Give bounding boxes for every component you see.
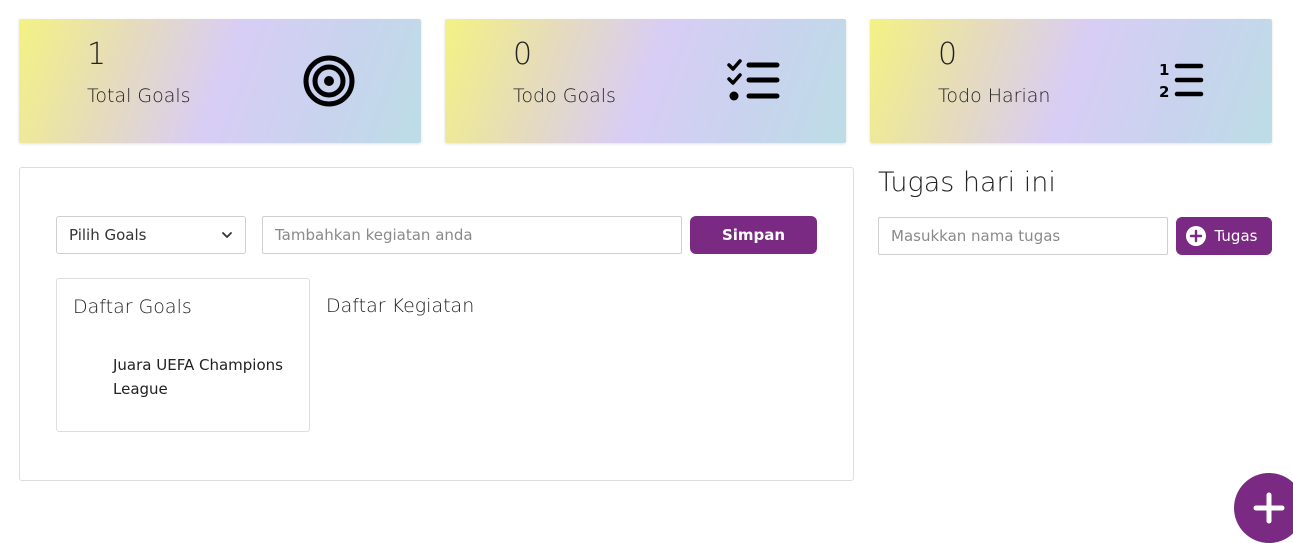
activity-panel: Pilih Goals Simpan Daftar Goals Juara UE… bbox=[19, 167, 854, 481]
activity-input[interactable] bbox=[262, 216, 682, 254]
floating-add-button[interactable] bbox=[1234, 473, 1293, 543]
add-task-label: Tugas bbox=[1214, 227, 1258, 245]
target-icon bbox=[303, 55, 355, 107]
todo-harian-count: 0 bbox=[938, 37, 958, 72]
plus-circle-icon bbox=[1186, 226, 1206, 246]
goal-select-value: Pilih Goals bbox=[69, 226, 147, 244]
goals-list-box: Daftar Goals Juara UEFA Champions League bbox=[56, 278, 310, 432]
activities-title: Daftar Kegiatan bbox=[326, 295, 475, 317]
todo-goals-count: 0 bbox=[513, 37, 533, 72]
chevron-down-icon bbox=[222, 232, 232, 238]
todo-goals-label: Todo Goals bbox=[513, 85, 616, 107]
numbered-list-icon: 1 2 bbox=[1159, 61, 1204, 101]
todo-harian-label: Todo Harian bbox=[938, 85, 1051, 107]
total-goals-label: Total Goals bbox=[87, 85, 191, 107]
total-goals-card: 1 Total Goals bbox=[19, 19, 421, 143]
goals-list-title: Daftar Goals bbox=[73, 296, 192, 318]
todo-harian-card: 0 Todo Harian 1 2 bbox=[870, 19, 1272, 143]
checklist-icon bbox=[727, 59, 780, 101]
svg-text:1: 1 bbox=[1159, 61, 1169, 79]
goal-list-item[interactable]: Juara UEFA Champions League bbox=[113, 353, 293, 401]
plus-icon bbox=[1253, 492, 1285, 524]
total-goals-count: 1 bbox=[87, 37, 107, 72]
svg-text:2: 2 bbox=[1159, 83, 1169, 101]
goal-select[interactable]: Pilih Goals bbox=[56, 216, 246, 254]
add-task-button[interactable]: Tugas bbox=[1176, 217, 1272, 255]
save-button[interactable]: Simpan bbox=[690, 216, 817, 254]
todo-goals-card: 0 Todo Goals bbox=[445, 19, 846, 143]
tasks-title: Tugas hari ini bbox=[878, 167, 1056, 198]
task-input[interactable] bbox=[878, 217, 1168, 255]
